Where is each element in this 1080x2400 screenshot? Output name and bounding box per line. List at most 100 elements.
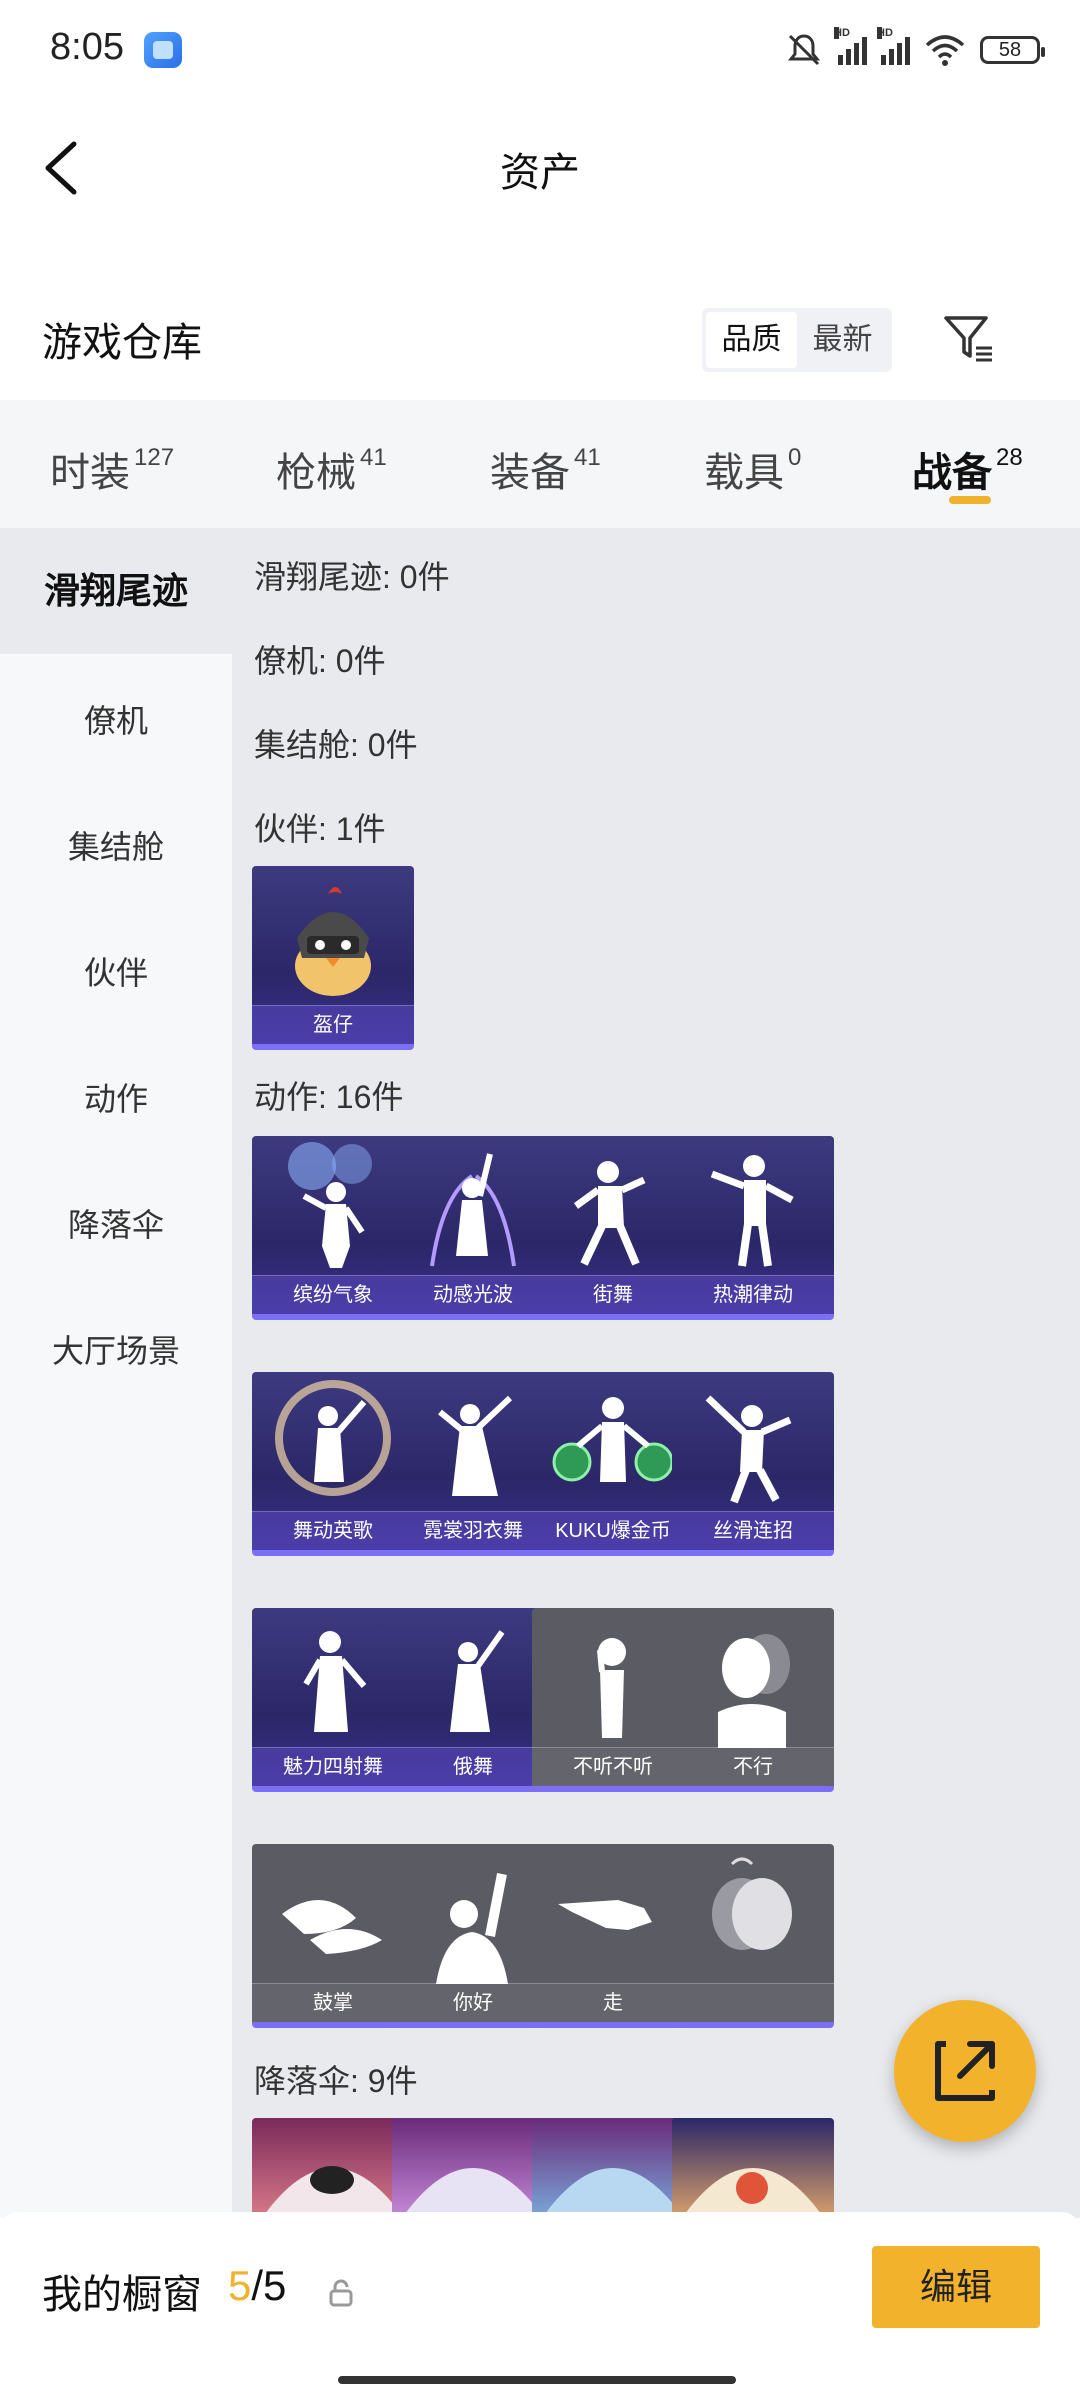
section-label-emote: 动作: 16件 xyxy=(254,1079,404,1115)
item-name: 街舞 xyxy=(532,1275,694,1314)
tab-label: 战备 xyxy=(912,451,992,495)
warehouse-header: 游戏仓库 品质 最新 xyxy=(0,290,1080,400)
item-name: 不听不听 xyxy=(532,1747,694,1786)
active-tab-indicator xyxy=(949,496,991,504)
home-indicator[interactable] xyxy=(338,2376,736,2384)
mute-icon xyxy=(787,34,821,66)
item-name: 你好 xyxy=(392,1983,554,2022)
tab-guns[interactable]: 枪械 41 xyxy=(276,440,387,498)
sidebar-item-partner[interactable]: 伙伴 xyxy=(0,948,232,994)
tab-count: 0 xyxy=(788,444,802,471)
item-name: 霓裳羽衣舞 xyxy=(392,1511,554,1550)
filter-icon[interactable] xyxy=(940,310,996,366)
sort-toggle: 品质 最新 xyxy=(702,308,892,372)
signal-label: HD xyxy=(834,27,850,39)
warehouse-title: 游戏仓库 xyxy=(42,321,202,365)
tab-equipment[interactable]: 装备 41 xyxy=(490,440,601,498)
item-name: 丝滑连招 xyxy=(672,1511,834,1550)
sidebar-item-wingman[interactable]: 僚机 xyxy=(0,696,232,742)
street-dancer-icon xyxy=(573,1161,646,1266)
chick-helmet-icon xyxy=(295,887,371,996)
head-shake-icon xyxy=(718,1634,790,1748)
parachute-card[interactable] xyxy=(252,2118,414,2218)
sidebar-item-emote[interactable]: 动作 xyxy=(0,1074,232,1120)
battery-indicator: 58 xyxy=(980,36,1045,64)
status-icons: HD HD 58 xyxy=(784,27,1045,70)
emote-card[interactable]: 走 xyxy=(532,1844,694,2028)
parachute-card[interactable] xyxy=(392,2118,554,2218)
item-name: 魅力四射舞 xyxy=(252,1747,414,1786)
sidebar-item-lobby-scene[interactable]: 大厅场景 xyxy=(0,1326,232,1372)
tab-count: 127 xyxy=(134,444,175,471)
category-tabs: 时装 127 枪械 41 装备 41 载具 0 战备 28 xyxy=(0,400,1080,528)
trend-dancer-icon xyxy=(710,1155,794,1267)
tab-combat-gear[interactable]: 战备 28 xyxy=(912,440,1023,498)
bubble-dancer-icon xyxy=(275,1380,391,1496)
emote-card[interactable]: 魅力四射舞 xyxy=(252,1608,414,1792)
item-name: 舞动英歌 xyxy=(252,1511,414,1550)
emote-card[interactable]: 霓裳羽衣舞 xyxy=(392,1372,554,1556)
waving-person-icon xyxy=(436,1873,508,1984)
sidebar-item-assembly-pod[interactable]: 集结舱 xyxy=(0,822,232,868)
emote-card[interactable]: 缤纷气象 xyxy=(252,1136,414,1320)
tab-count: 28 xyxy=(996,444,1023,471)
emote-card[interactable]: 你好 xyxy=(392,1844,554,2028)
emote-card[interactable]: 街舞 xyxy=(532,1136,694,1320)
item-name: 鼓掌 xyxy=(252,1983,414,2022)
item-name: KUKU爆金币 xyxy=(532,1511,694,1550)
tab-label: 枪械 xyxy=(276,451,356,495)
emote-card[interactable]: 不听不听 xyxy=(532,1608,694,1792)
tab-fashion[interactable]: 时装 127 xyxy=(50,440,174,498)
cat-parachute-icon xyxy=(262,2166,404,2218)
sort-option-quality[interactable]: 品质 xyxy=(706,312,797,368)
pointing-hand-icon xyxy=(558,1900,652,1930)
feather-dancer-icon xyxy=(438,1395,513,1496)
emote-card[interactable]: 不行 xyxy=(672,1608,834,1792)
emote-card[interactable]: 俄舞 xyxy=(392,1608,554,1792)
signal-label-2: HD xyxy=(877,27,893,39)
showcase-current: 5 xyxy=(228,2262,252,2309)
item-name: 俄舞 xyxy=(392,1747,554,1786)
section-label-glide-trail: 滑翔尾迹: 0件 xyxy=(254,559,450,595)
status-time: 8:05 xyxy=(50,26,124,68)
emote-card[interactable]: 鼓掌 xyxy=(252,1844,414,2028)
cover-ears-icon xyxy=(597,1638,626,1738)
emote-card[interactable]: KUKU爆金币 xyxy=(532,1372,694,1556)
russian-dancer-icon xyxy=(450,1630,505,1732)
charm-dancer-icon xyxy=(303,1631,367,1732)
emote-card[interactable]: 舞动英歌 xyxy=(252,1372,414,1556)
sidebar-item-glide-trail[interactable]: 滑翔尾迹 xyxy=(0,528,232,654)
lock-icon xyxy=(329,2279,353,2307)
emote-card[interactable]: 热潮律动 xyxy=(672,1136,834,1320)
parachute-card[interactable] xyxy=(532,2118,694,2218)
sidebar: 滑翔尾迹 僚机 集结舱 伙伴 动作 降落伞 大厅场景 xyxy=(0,528,232,2218)
item-grid-area: 滑翔尾迹: 0件 僚机: 0件 集结舱: 0件 伙伴: 1件 盔仔 动作: 16… xyxy=(232,528,1080,2218)
item-name: 热潮律动 xyxy=(672,1275,834,1314)
emote-card[interactable] xyxy=(672,1844,834,2028)
section-label-partner: 伙伴: 1件 xyxy=(254,811,386,847)
sushi-parachute-icon xyxy=(682,2168,824,2218)
tab-count: 41 xyxy=(574,444,601,471)
edit-button[interactable]: 编辑 xyxy=(872,2246,1040,2328)
item-name: 动感光波 xyxy=(392,1275,554,1314)
share-icon xyxy=(935,2041,995,2101)
parachute-card[interactable] xyxy=(672,2118,834,2218)
wifi-icon xyxy=(925,35,965,66)
share-button[interactable] xyxy=(894,2000,1036,2142)
sidebar-item-parachute[interactable]: 降落伞 xyxy=(0,1200,232,1246)
item-name: 不行 xyxy=(672,1747,834,1786)
showcase-bar: 我的橱窗 5/5 编辑 xyxy=(0,2212,1080,2400)
nav-bar: 资产 xyxy=(0,100,1080,230)
section-label-parachute: 降落伞: 9件 xyxy=(254,2063,418,2099)
partner-card[interactable]: 盔仔 xyxy=(252,866,414,1050)
showcase-label: 我的橱窗 xyxy=(42,2273,202,2317)
pattern-parachute-icon xyxy=(402,2168,544,2218)
money-bag-dancer-icon xyxy=(552,1397,674,1482)
status-bar: 8:05 HD HD 58 xyxy=(0,0,1080,100)
confused-head-icon xyxy=(712,1857,792,1950)
tab-label: 载具 xyxy=(704,451,784,495)
emote-card[interactable]: 动感光波 xyxy=(392,1136,554,1320)
tab-vehicles[interactable]: 载具 0 xyxy=(704,440,801,498)
emote-card[interactable]: 丝滑连招 xyxy=(672,1372,834,1556)
sort-option-newest[interactable]: 最新 xyxy=(797,312,888,368)
